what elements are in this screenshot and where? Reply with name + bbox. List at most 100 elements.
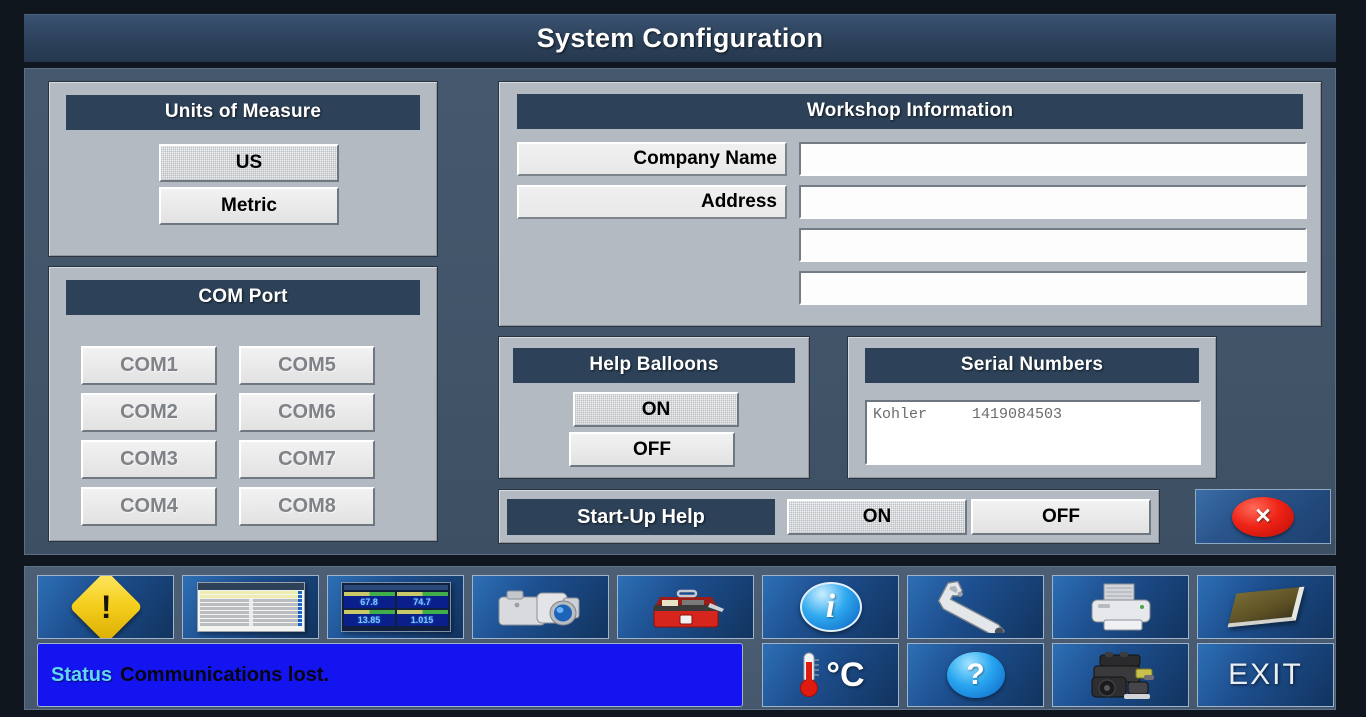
close-window-button[interactable]: ✕ — [1195, 489, 1331, 544]
toolbar-button-data-list[interactable] — [182, 575, 319, 639]
units-option-us[interactable]: US — [159, 144, 339, 182]
toolbar-button-engine[interactable] — [1052, 643, 1189, 707]
com-port-header: COM Port — [66, 280, 420, 315]
help-balloons-panel: Help Balloons ON OFF — [498, 336, 810, 479]
list-icon-row — [200, 615, 302, 618]
units-option-metric-label: Metric — [221, 195, 277, 217]
com-port-button-com2[interactable]: COM2 — [81, 393, 217, 432]
com-port-panel: COM Port COM1 COM5 COM2 COM6 COM3 COM7 C… — [48, 266, 438, 542]
list-icon-row — [200, 623, 302, 626]
com-port-button-grid: COM1 COM5 COM2 COM6 COM3 COM7 COM4 COM8 — [81, 346, 411, 526]
status-bar: Status Communications lost. — [37, 643, 743, 707]
company-name-field-wrap — [799, 142, 1307, 176]
com-port-button-com6[interactable]: COM6 — [239, 393, 375, 432]
help-balloons-on-button[interactable]: ON — [573, 392, 739, 427]
startup-help-on-button[interactable]: ON — [787, 499, 967, 535]
bottom-toolbar: ! 67.8 74.7 — [24, 566, 1336, 710]
list-icon-row — [200, 591, 302, 594]
startup-help-off-button[interactable]: OFF — [971, 499, 1151, 535]
serial-numbers-panel: Serial Numbers Kohler 1419084503 — [847, 336, 1217, 479]
gauge-icon-cell: 67.8 — [344, 592, 395, 608]
printer-icon — [1076, 580, 1166, 634]
info-glyph: i — [826, 588, 835, 626]
startup-help-on-label: ON — [863, 506, 892, 528]
toolbar-button-exit[interactable]: EXIT — [1197, 643, 1334, 707]
address-line2-field-wrap — [799, 228, 1307, 262]
com-port-button-com1[interactable]: COM1 — [81, 346, 217, 385]
toolbar-button-camera[interactable] — [472, 575, 609, 639]
address-line3-field-wrap — [799, 271, 1307, 305]
units-of-measure-panel: Units of Measure US Metric — [48, 81, 438, 257]
startup-help-off-label: OFF — [1042, 506, 1080, 528]
com-port-button-com4[interactable]: COM4 — [81, 487, 217, 526]
startup-help-title: Start-Up Help — [507, 499, 775, 535]
gauge-icon-value: 1.015 — [397, 614, 448, 626]
startup-help-panel: Start-Up Help ON OFF — [498, 489, 1160, 544]
com-port-button-com7[interactable]: COM7 — [239, 440, 375, 479]
page-title: System Configuration — [537, 23, 824, 54]
address-line3-input[interactable] — [799, 271, 1307, 305]
temperature-unit-label: °C — [826, 658, 864, 692]
list-icon-header — [198, 583, 304, 590]
status-label: Status — [51, 664, 112, 687]
help-balloons-off-label: OFF — [633, 439, 671, 461]
toolbar-button-temperature-units[interactable]: °C — [762, 643, 899, 707]
warning-diamond-icon: ! — [69, 575, 143, 639]
toolbar-button-info[interactable]: i — [762, 575, 899, 639]
company-name-input[interactable] — [799, 142, 1307, 176]
toolbar-button-manual[interactable] — [1197, 575, 1334, 639]
units-option-us-label: US — [236, 152, 262, 174]
status-message: Communications lost. — [120, 664, 329, 687]
toolbar-button-warning[interactable]: ! — [37, 575, 174, 639]
help-balloons-off-button[interactable]: OFF — [569, 432, 735, 467]
com-port-button-com8[interactable]: COM8 — [239, 487, 375, 526]
workshop-information-panel: Workshop Information Company Name Addres… — [498, 81, 1322, 327]
question-mark-icon: ? — [947, 652, 1005, 698]
gauge-icon-cell: 74.7 — [397, 592, 448, 608]
com-port-label: COM1 — [120, 354, 178, 377]
thermometer-celsius-icon: °C — [796, 650, 864, 700]
gauge-icon-grid: 67.8 74.7 13.85 1.015 — [344, 592, 448, 626]
gauge-icon-value: 13.85 — [344, 614, 395, 626]
com-port-label: COM6 — [278, 401, 336, 424]
gauge-icon-cell: 13.85 — [344, 610, 395, 626]
address-line2-input[interactable] — [799, 228, 1307, 262]
thermometer-icon — [796, 650, 822, 700]
digital-gauges-screen-icon: 67.8 74.7 13.85 1.015 — [341, 582, 451, 632]
address-label: Address — [517, 185, 787, 219]
com-port-label: COM4 — [120, 495, 178, 518]
toolbar-button-help[interactable]: ? — [907, 643, 1044, 707]
com-port-label: COM3 — [120, 448, 178, 471]
help-balloons-on-label: ON — [642, 399, 671, 421]
serial-numbers-header: Serial Numbers — [865, 348, 1199, 383]
toolbar-button-toolbox[interactable] — [617, 575, 754, 639]
units-option-metric[interactable]: Metric — [159, 187, 339, 225]
toolbar-button-gauges[interactable]: 67.8 74.7 13.85 1.015 — [327, 575, 464, 639]
camera-icon — [493, 581, 589, 633]
gauge-icon-value: 67.8 — [344, 596, 395, 608]
window-title-bar: System Configuration — [24, 14, 1336, 62]
com-port-button-com5[interactable]: COM5 — [239, 346, 375, 385]
list-icon-row — [200, 611, 302, 614]
com-port-button-com3[interactable]: COM3 — [81, 440, 217, 479]
list-icon-row — [200, 607, 302, 610]
units-of-measure-header: Units of Measure — [66, 95, 420, 130]
book-icon — [1227, 587, 1304, 628]
list-icon-row — [200, 603, 302, 606]
toolbar-button-wrench[interactable] — [907, 575, 1044, 639]
com-port-label: COM2 — [120, 401, 178, 424]
serial-numbers-list[interactable]: Kohler 1419084503 — [865, 400, 1201, 465]
address-line1-field-wrap — [799, 185, 1307, 219]
gauge-icon-cell: 1.015 — [397, 610, 448, 626]
toolbar-button-printer[interactable] — [1052, 575, 1189, 639]
question-mark-glyph: ? — [966, 658, 984, 692]
toolbox-icon — [638, 581, 734, 633]
workshop-information-header: Workshop Information — [517, 94, 1303, 129]
data-list-screen-icon — [197, 582, 305, 632]
address-line1-input[interactable] — [799, 185, 1307, 219]
wrench-icon — [926, 581, 1026, 633]
gauge-icon-value: 74.7 — [397, 596, 448, 608]
main-work-area: Units of Measure US Metric COM Port COM1… — [24, 68, 1336, 555]
company-name-label: Company Name — [517, 142, 787, 176]
warning-exclamation: ! — [100, 591, 111, 623]
